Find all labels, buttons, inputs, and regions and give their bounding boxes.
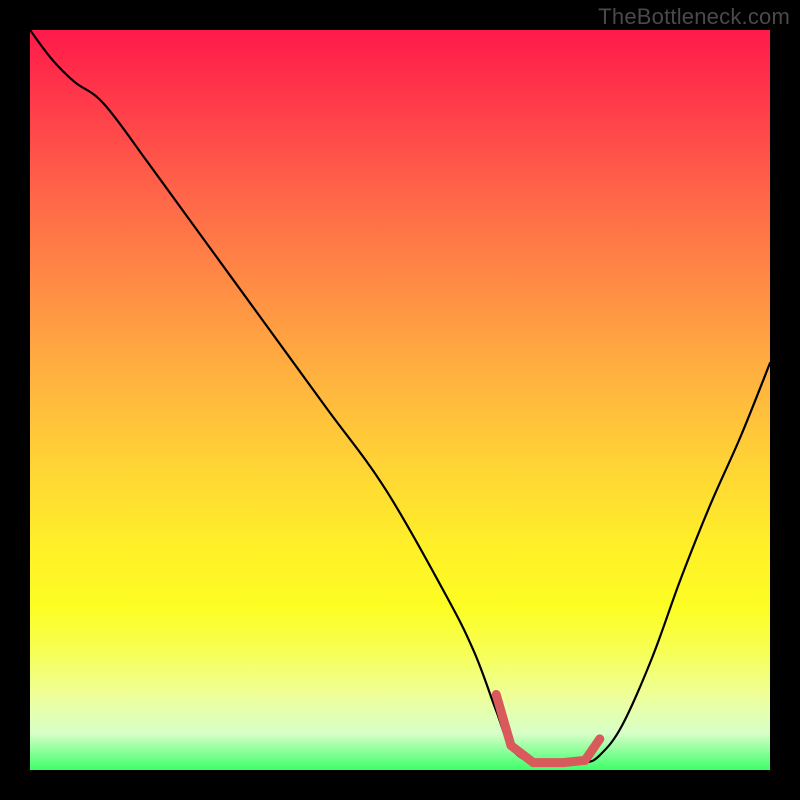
flat-region-highlight — [496, 695, 600, 763]
watermark-text: TheBottleneck.com — [598, 4, 790, 30]
bottleneck-curve-path — [30, 30, 770, 764]
bottleneck-curve-svg — [30, 30, 770, 770]
chart-area — [30, 30, 770, 770]
